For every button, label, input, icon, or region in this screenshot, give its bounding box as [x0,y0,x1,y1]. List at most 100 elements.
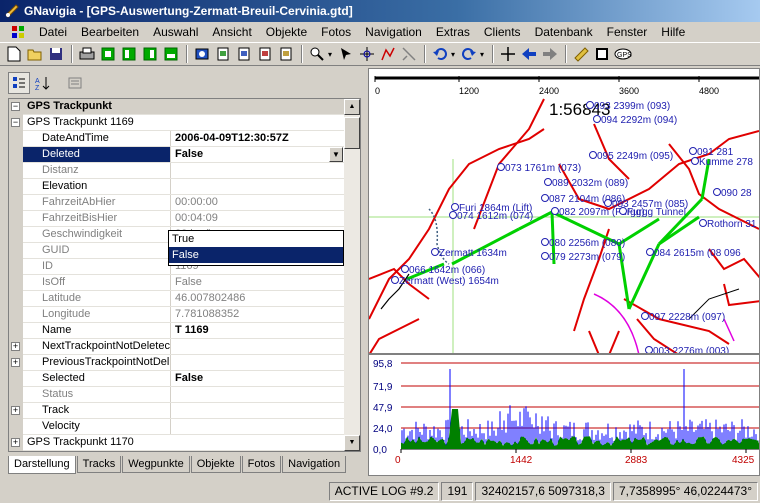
sort-alpha-icon[interactable]: AZ [32,72,54,94]
property-value[interactable] [171,403,347,418]
redo-icon[interactable] [459,44,479,64]
tab-navigation[interactable]: Navigation [282,456,347,473]
zoom-icon[interactable] [307,44,327,64]
collapse-icon[interactable]: − [11,118,20,127]
property-value[interactable]: False ▼ [171,147,347,162]
chevron-down-icon[interactable]: ▾ [451,50,455,59]
menu-fenster[interactable]: Fenster [600,25,655,39]
mdi-icon[interactable] [4,25,32,39]
doc-icon[interactable] [234,44,254,64]
property-row[interactable]: Status [9,387,347,403]
collapse-icon[interactable]: − [11,102,20,111]
expand-icon[interactable]: + [11,438,20,447]
doc-icon[interactable] [276,44,296,64]
chevron-down-icon[interactable]: ▾ [328,50,332,59]
print-icon[interactable] [77,44,97,64]
open-icon[interactable] [25,44,45,64]
scroll-thumb[interactable] [344,117,360,149]
ruler-tick-label: 1200 [459,86,479,96]
expand-icon[interactable]: + [11,342,20,351]
property-row[interactable]: Elevation [9,179,347,195]
property-row[interactable]: Selected False [9,371,347,387]
new-icon[interactable] [4,44,24,64]
property-row[interactable]: Velocity [9,419,347,435]
property-value[interactable]: T 1169 [171,323,347,338]
expand-icon[interactable]: + [11,406,20,415]
group-row[interactable]: − GPS Trackpunkt 1169 [9,115,347,131]
arrow-left-icon[interactable] [519,44,539,64]
tab-wegpunkte[interactable]: Wegpunkte [122,456,190,473]
ruler-icon[interactable] [571,44,591,64]
scroll-down-icon[interactable]: ▼ [344,435,360,451]
undo-icon[interactable] [430,44,450,64]
tab-tracks[interactable]: Tracks [76,456,122,473]
select-icon[interactable] [336,44,356,64]
property-row[interactable]: DateAndTime 2006-04-09T12:30:57Z [9,131,347,147]
chevron-down-icon[interactable]: ▾ [480,50,484,59]
profile-canvas[interactable]: 95,8 71,9 47,9 24,0 0,0 0 1442 2883 4325 [369,355,760,476]
row-gutter [9,163,23,179]
property-row[interactable]: FahrzeitBisHier 00:04:09 [9,211,347,227]
menu-clients[interactable]: Clients [477,25,528,39]
photo-icon[interactable] [192,44,212,64]
menu-datei[interactable]: Datei [32,25,74,39]
menu-auswahl[interactable]: Auswahl [146,25,205,39]
chevron-down-icon[interactable]: ▼ [329,147,343,162]
layer-icon[interactable] [119,44,139,64]
save-icon[interactable] [46,44,66,64]
menu-hilfe[interactable]: Hilfe [654,25,692,39]
property-row[interactable]: Latitude 46.007802486 [9,291,347,307]
group-row[interactable]: + GPS Trackpunkt 1170 [9,435,347,451]
layer-icon[interactable] [161,44,181,64]
property-pages-icon[interactable] [64,72,86,94]
dropdown-option-true[interactable]: True [169,231,343,247]
deleted-dropdown-list[interactable]: True False [168,230,344,266]
scroll-up-icon[interactable]: ▲ [344,99,360,115]
tab-objekte[interactable]: Objekte [190,456,241,473]
doc-icon[interactable] [213,44,233,64]
crosshair-icon[interactable] [498,44,518,64]
property-value[interactable] [171,355,347,370]
arrow-right-icon[interactable] [540,44,560,64]
doc-icon[interactable] [255,44,275,64]
menu-datenbank[interactable]: Datenbank [528,25,600,39]
property-value[interactable] [171,419,347,434]
vertical-scrollbar[interactable]: ▲ ▼ [344,99,360,451]
categorized-icon[interactable] [8,72,30,94]
property-value[interactable]: 2006-04-09T12:30:57Z [171,131,347,146]
expand-icon[interactable]: + [11,358,20,367]
menu-ansicht[interactable]: Ansicht [205,25,258,39]
menu-bearbeiten[interactable]: Bearbeiten [74,25,146,39]
property-row[interactable]: Distanz [9,163,347,179]
property-row[interactable]: IsOff False [9,275,347,291]
map-view[interactable]: 0 1200 2400 3600 4800 1:56843 093 2399m … [368,68,760,354]
property-row[interactable]: + PreviousTrackpointNotDel [9,355,347,371]
property-row[interactable]: Name T 1169 [9,323,347,339]
property-value[interactable] [171,339,347,354]
row-gutter [9,291,23,307]
menu-fotos[interactable]: Fotos [314,25,358,39]
property-row[interactable]: FahrzeitAbHier 00:00:00 [9,195,347,211]
property-row[interactable]: + NextTrackpointNotDeletec [9,339,347,355]
gps-icon[interactable]: GPS [613,44,633,64]
menu-navigation[interactable]: Navigation [358,25,429,39]
dropdown-option-false[interactable]: False [169,247,343,263]
property-row[interactable]: + Track [9,403,347,419]
category-row[interactable]: − GPS Trackpunkt [9,99,347,115]
film-icon[interactable] [592,44,612,64]
property-value[interactable] [171,179,347,194]
menu-objekte[interactable]: Objekte [259,25,314,39]
layer-icon[interactable] [140,44,160,64]
draw-icon[interactable] [399,44,419,64]
property-row[interactable]: Longitude 7.781088352 [9,307,347,323]
layer-icon[interactable] [98,44,118,64]
map-canvas[interactable]: 0 1200 2400 3600 4800 1:56843 093 2399m … [369,69,760,354]
property-row[interactable]: Deleted False ▼ [9,147,347,163]
draw-icon[interactable] [378,44,398,64]
tab-darstellung[interactable]: Darstellung [8,456,76,474]
elevation-profile[interactable]: 95,8 71,9 47,9 24,0 0,0 0 1442 2883 4325 [368,354,760,476]
menu-extras[interactable]: Extras [429,25,477,39]
tab-fotos[interactable]: Fotos [241,456,282,473]
property-value[interactable]: False [171,371,347,386]
target-icon[interactable] [357,44,377,64]
